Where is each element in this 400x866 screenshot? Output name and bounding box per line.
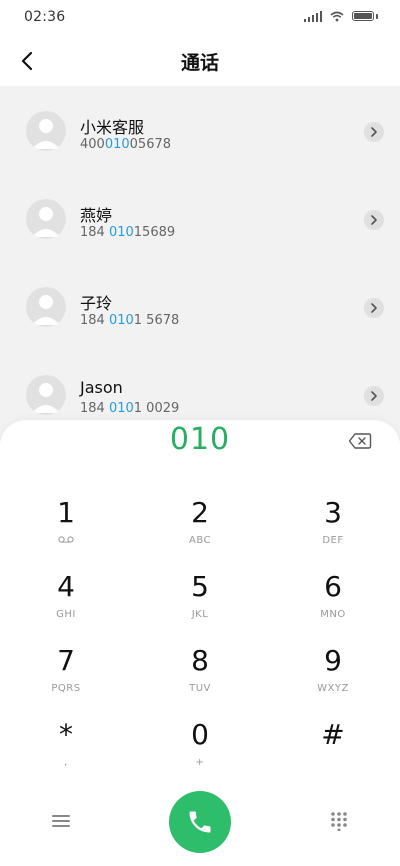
wifi-icon — [330, 11, 344, 21]
key-letters: DEF — [322, 535, 344, 546]
chevron-right-icon — [371, 215, 377, 225]
call-button[interactable] — [169, 791, 231, 853]
contact-item[interactable]: 子玲 184 0101 5678 — [0, 262, 400, 350]
key-digit: 7 — [57, 644, 75, 677]
status-time: 02:36 — [24, 9, 66, 25]
key-letters: ABC — [188, 535, 211, 546]
key-digit: 1 — [57, 496, 75, 529]
key-digit: * — [59, 718, 73, 751]
status-bar: 02:36 — [0, 0, 400, 36]
contact-item[interactable]: 小米客服 40001005678 — [0, 86, 400, 174]
header: 通话 — [0, 36, 400, 86]
menu-icon — [52, 815, 70, 827]
key-6[interactable]: 6 MNO — [283, 564, 383, 634]
battery-icon — [352, 11, 374, 21]
contact-number: 184 0101 0029 — [80, 401, 179, 416]
status-icons — [304, 10, 378, 22]
key-letters: GHI — [56, 609, 76, 620]
key-3[interactable]: 3 DEF — [283, 490, 383, 560]
number-match: 010 — [104, 137, 130, 152]
key-digit: # — [321, 718, 345, 751]
contact-name: Jason — [80, 378, 123, 397]
contact-detail-button[interactable] — [364, 122, 384, 142]
key-hash[interactable]: # — [283, 712, 383, 782]
chevron-right-icon — [371, 127, 377, 137]
dialed-number[interactable]: 010 — [0, 422, 400, 457]
key-2[interactable]: 2 ABC — [150, 490, 250, 560]
key-letters: , — [64, 757, 68, 768]
key-letters: MNO — [320, 609, 346, 620]
number-prefix: 400 — [80, 137, 105, 152]
key-digit: 6 — [324, 570, 342, 603]
key-4[interactable]: 4 GHI — [16, 564, 116, 634]
key-0[interactable]: 0 + — [150, 712, 250, 782]
key-star[interactable]: * , — [16, 712, 116, 782]
avatar — [26, 287, 66, 327]
key-digit: 0 — [191, 718, 209, 751]
voicemail-icon — [58, 536, 74, 543]
avatar — [26, 111, 66, 151]
contact-number: 184 01015689 — [80, 225, 175, 240]
key-letters: WXYZ — [317, 683, 349, 694]
key-digit: 8 — [191, 644, 209, 677]
contact-number: 40001005678 — [80, 137, 171, 152]
key-digit: 5 — [191, 570, 209, 603]
person-icon — [32, 119, 60, 149]
number-suffix: 15689 — [133, 225, 176, 240]
keypad-toggle-button[interactable] — [329, 811, 349, 832]
key-digit: 3 — [324, 496, 342, 529]
page-title: 通话 — [180, 52, 219, 74]
person-icon — [32, 295, 60, 325]
contact-name: 子玲 — [80, 294, 113, 313]
contact-number: 184 0101 5678 — [80, 313, 179, 328]
avatar — [26, 199, 66, 239]
person-icon — [32, 207, 60, 237]
key-sub — [16, 536, 116, 543]
backspace-button[interactable] — [348, 432, 372, 450]
number-prefix: 184 — [80, 225, 109, 240]
key-1[interactable]: 1 — [16, 490, 116, 560]
battery-cap — [376, 13, 378, 19]
menu-button[interactable] — [50, 812, 72, 830]
number-match: 010 — [108, 401, 134, 416]
number-prefix: 184 — [80, 313, 109, 328]
key-letters: JKL — [191, 609, 209, 620]
key-digit: 9 — [324, 644, 342, 677]
contact-list: 小米客服 40001005678 燕婷 184 01015689 子玲 184 … — [0, 86, 400, 438]
contact-detail-button[interactable] — [364, 210, 384, 230]
key-digit: 2 — [191, 496, 209, 529]
person-icon — [32, 383, 60, 413]
contact-detail-button[interactable] — [364, 386, 384, 406]
chevron-right-icon — [371, 303, 377, 313]
contact-item[interactable]: 燕婷 184 01015689 — [0, 174, 400, 262]
key-digit: 4 — [57, 570, 75, 603]
contact-detail-button[interactable] — [364, 298, 384, 318]
number-suffix: 1 0029 — [133, 401, 180, 416]
dialpad-sheet: 010 1 2 ABC 3 DEF 4 GHI 5 JKL 6 MNO 7 PQ… — [0, 420, 400, 866]
key-letters: TUV — [189, 683, 211, 694]
phone-icon — [189, 811, 211, 833]
signal-icon — [304, 10, 322, 22]
backspace-icon — [348, 433, 372, 449]
key-5[interactable]: 5 JKL — [150, 564, 250, 634]
chevron-right-icon — [371, 391, 377, 401]
number-suffix: 1 5678 — [133, 313, 180, 328]
number-match: 010 — [108, 313, 134, 328]
number-prefix: 184 — [80, 401, 109, 416]
key-letters: + — [195, 757, 205, 768]
key-letters: PQRS — [51, 683, 81, 694]
contact-name: 小米客服 — [80, 118, 145, 137]
key-7[interactable]: 7 PQRS — [16, 638, 116, 708]
contact-name: 燕婷 — [80, 206, 113, 225]
number-match: 010 — [108, 225, 134, 240]
dialpad-grid-icon — [331, 812, 347, 832]
key-8[interactable]: 8 TUV — [150, 638, 250, 708]
avatar — [26, 375, 66, 415]
number-suffix: 05678 — [129, 137, 172, 152]
key-9[interactable]: 9 WXYZ — [283, 638, 383, 708]
